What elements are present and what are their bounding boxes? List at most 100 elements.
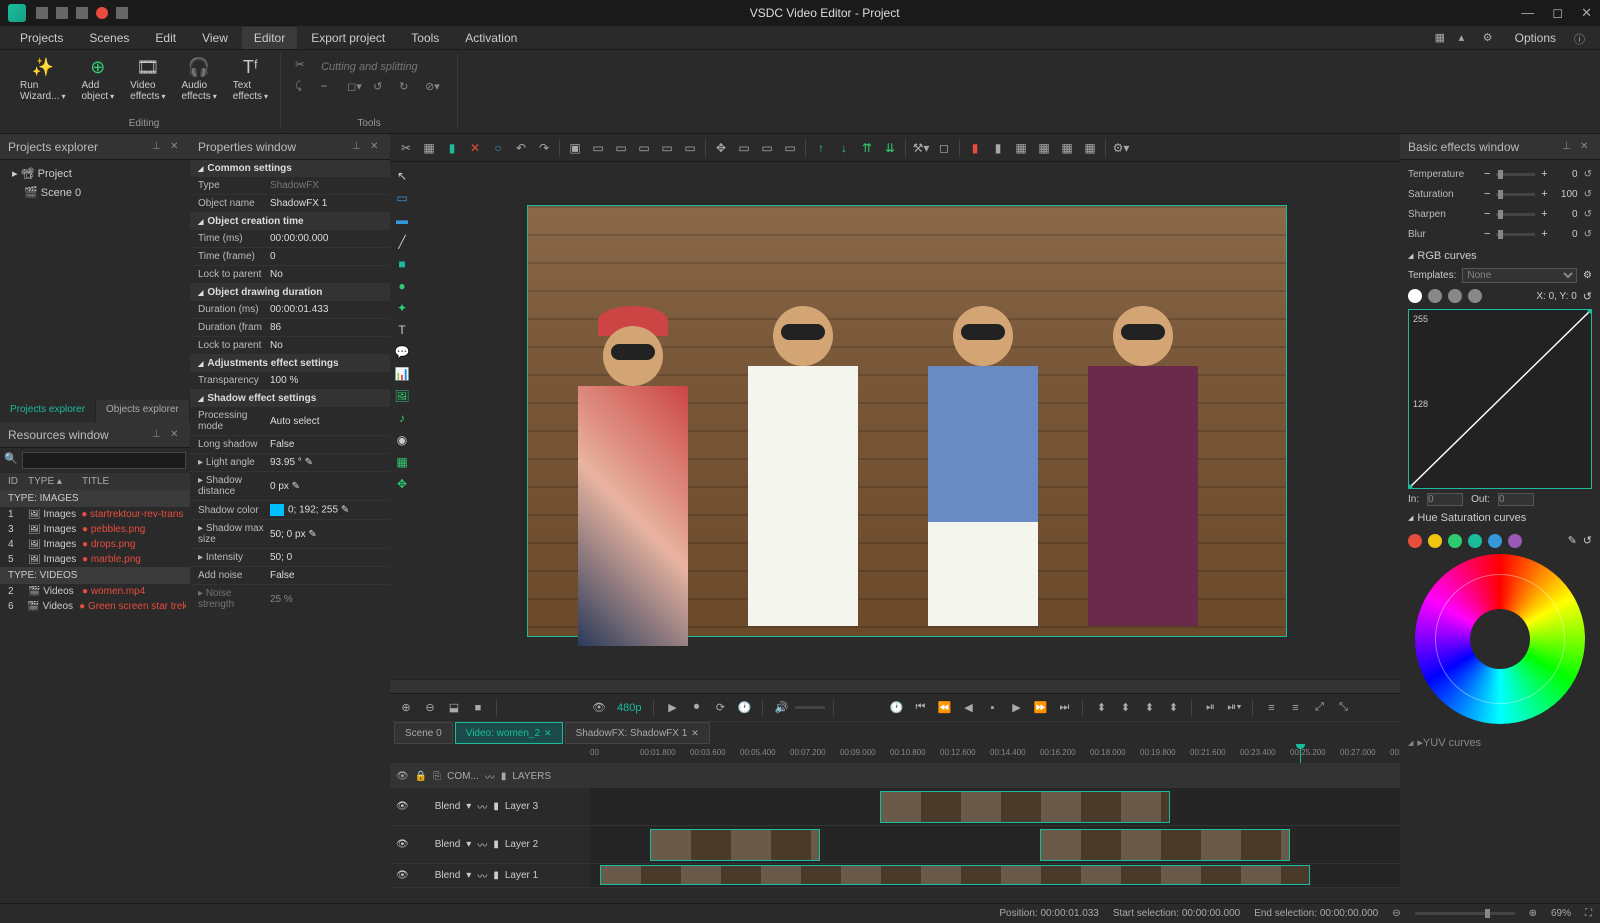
arrow-up-icon[interactable]: ⇈ [857, 138, 877, 158]
timeline-tab[interactable]: ShadowFX: ShadowFX 1✕ [565, 722, 710, 744]
list-item[interactable]: 2🎬 Videos● women.mp4 [0, 584, 190, 599]
menu-view[interactable]: View [190, 27, 240, 49]
ellipse-icon[interactable]: ● [392, 276, 412, 296]
eye-icon[interactable]: 👁 [396, 771, 409, 782]
templates-select[interactable]: None [1462, 268, 1577, 283]
tool-icon[interactable]: ◻ [934, 138, 954, 158]
cursor-icon[interactable]: ↖ [392, 166, 412, 186]
wave-icon[interactable]: 〰 [485, 769, 495, 784]
crop-icon[interactable]: ◻▾ [347, 80, 365, 98]
prop-row[interactable]: ▸ Light angle93.95 ° ✎ [190, 454, 390, 472]
hue-dot[interactable] [1508, 534, 1522, 548]
align-icon[interactable]: ≡ [1285, 698, 1305, 718]
pin-icon[interactable]: ⊥ [1562, 141, 1574, 153]
circle-icon[interactable]: ○ [488, 138, 508, 158]
list-item[interactable]: 4🖼 Images● drops.png [0, 537, 190, 552]
close-icon[interactable]: ✕ [370, 141, 382, 153]
track-body[interactable] [590, 826, 1400, 863]
channel-dot[interactable] [1408, 289, 1422, 303]
tooltip-icon[interactable]: 💬 [392, 342, 412, 362]
collapse-icon[interactable]: ⤡ [1333, 698, 1353, 718]
prop-row[interactable]: TypeShadowFX [190, 177, 390, 195]
channel-dot[interactable] [1428, 289, 1442, 303]
hue-dot[interactable] [1448, 534, 1462, 548]
video-effects-button[interactable]: 🎞 Videoeffects▾ [124, 54, 171, 104]
timeline-ruler[interactable]: 00 00:01.800 00:03.600 00:05.400 00:07.2… [590, 744, 1400, 763]
resolution-label[interactable]: 480p [617, 702, 641, 714]
resources-search-input[interactable] [22, 452, 186, 469]
yuv-curves-section[interactable]: ▸ YUV curves [1408, 730, 1592, 755]
arrow-up-icon[interactable]: ↑ [811, 138, 831, 158]
lock-icon[interactable]: 🔒 [415, 771, 427, 782]
skip-start-icon[interactable]: ⏮ [910, 698, 930, 718]
eye-icon[interactable]: 👁 [396, 870, 409, 881]
hue-dot[interactable] [1428, 534, 1442, 548]
prop-row[interactable]: Shadow color0; 192; 255 ✎ [190, 501, 390, 520]
prev-icon[interactable]: ◀ [958, 698, 978, 718]
prop-row[interactable]: Processing modeAuto select [190, 407, 390, 436]
marker-icon[interactable]: ⬍ [1139, 698, 1159, 718]
pin-icon[interactable]: ⊥ [352, 141, 364, 153]
record-icon[interactable]: ⏺ [686, 698, 706, 718]
pin-icon[interactable]: ⊥ [152, 429, 164, 441]
move-icon[interactable]: ✥ [392, 474, 412, 494]
eye-icon[interactable]: 👁 [396, 801, 409, 812]
slider-blur[interactable]: Blur−+0↺ [1408, 224, 1592, 244]
record-icon[interactable]: ■ [468, 698, 488, 718]
prop-row[interactable]: Duration (ms)00:00:01.433 [190, 301, 390, 319]
image-icon[interactable]: 🖼 [392, 386, 412, 406]
res-group-images[interactable]: TYPE: IMAGES [0, 490, 190, 507]
tool-icon[interactable]: ⊘▾ [425, 80, 443, 98]
tab-projects-explorer[interactable]: Projects explorer [0, 400, 96, 422]
prop-section[interactable]: Object creation time [190, 213, 390, 230]
color-wheel[interactable] [1415, 554, 1585, 724]
tool-icon[interactable]: ⤹ [295, 80, 313, 98]
out-input[interactable] [1498, 493, 1534, 506]
layer-icon[interactable]: ▮ [965, 138, 985, 158]
prop-row[interactable]: Lock to parentNo [190, 266, 390, 284]
rotate-cw-icon[interactable]: ↻ [399, 80, 417, 98]
list-item[interactable]: 1🖼 Images● startrektour-rev-trans [0, 507, 190, 522]
eye-icon[interactable]: 👁 [396, 839, 409, 850]
clip[interactable] [880, 791, 1170, 823]
skip-end-icon[interactable]: ⏭ [1054, 698, 1074, 718]
hue-dot[interactable] [1488, 534, 1502, 548]
col-type[interactable]: TYPE ▴ [24, 476, 78, 487]
qa-icon[interactable] [36, 7, 48, 19]
menu-projects[interactable]: Projects [8, 27, 75, 49]
gear-icon[interactable]: ⚙▾ [1111, 138, 1131, 158]
prop-row[interactable]: ▸ Shadow max size50; 0 px ✎ [190, 520, 390, 549]
channel-dot[interactable] [1468, 289, 1482, 303]
rgb-curves-section[interactable]: RGB curves [1408, 244, 1592, 268]
eye-icon[interactable]: 👁 [589, 698, 609, 718]
rect-icon[interactable]: ▬ [392, 210, 412, 230]
combo-icon[interactable]: ⎘ [433, 771, 441, 782]
align-icon[interactable]: ▭ [634, 138, 654, 158]
tree-scene[interactable]: 🎬 Scene 0 [4, 183, 186, 202]
close-icon[interactable]: ✕ [1581, 5, 1592, 21]
menu-options[interactable]: Options [1503, 27, 1568, 49]
marker-icon[interactable]: ⬍ [1091, 698, 1111, 718]
audio-effects-button[interactable]: 🎧 Audioeffects▾ [175, 54, 222, 104]
prop-row[interactable]: Lock to parentNo [190, 337, 390, 355]
cut-icon[interactable]: ✂ [295, 58, 313, 76]
next-icon[interactable]: ▶ [1006, 698, 1026, 718]
close-icon[interactable]: ✕ [170, 429, 182, 441]
plus-icon[interactable]: ▮ [442, 138, 462, 158]
list-item[interactable]: 5🖼 Images● marble.png [0, 552, 190, 567]
redo-icon[interactable]: ↷ [534, 138, 554, 158]
preview-scroll-h[interactable] [390, 679, 1400, 693]
ff-icon[interactable]: ⏩ [1030, 698, 1050, 718]
prop-row[interactable]: Object nameShadowFX 1 [190, 195, 390, 213]
reset-icon[interactable]: ↺ [1584, 209, 1592, 220]
calc-icon[interactable]: ▦ [419, 138, 439, 158]
rgb-curve-editor[interactable]: 255 128 [1408, 309, 1592, 489]
square-icon[interactable]: ■ [392, 254, 412, 274]
close-icon[interactable]: ✕ [544, 728, 552, 739]
rewind-icon[interactable]: ⏪ [934, 698, 954, 718]
menu-scenes[interactable]: Scenes [77, 27, 141, 49]
step-icon[interactable]: ⏯▾ [1224, 698, 1244, 718]
maximize-icon[interactable]: ◻ [1552, 5, 1563, 21]
select-icon[interactable]: ▣ [565, 138, 585, 158]
clip[interactable] [1040, 829, 1290, 861]
